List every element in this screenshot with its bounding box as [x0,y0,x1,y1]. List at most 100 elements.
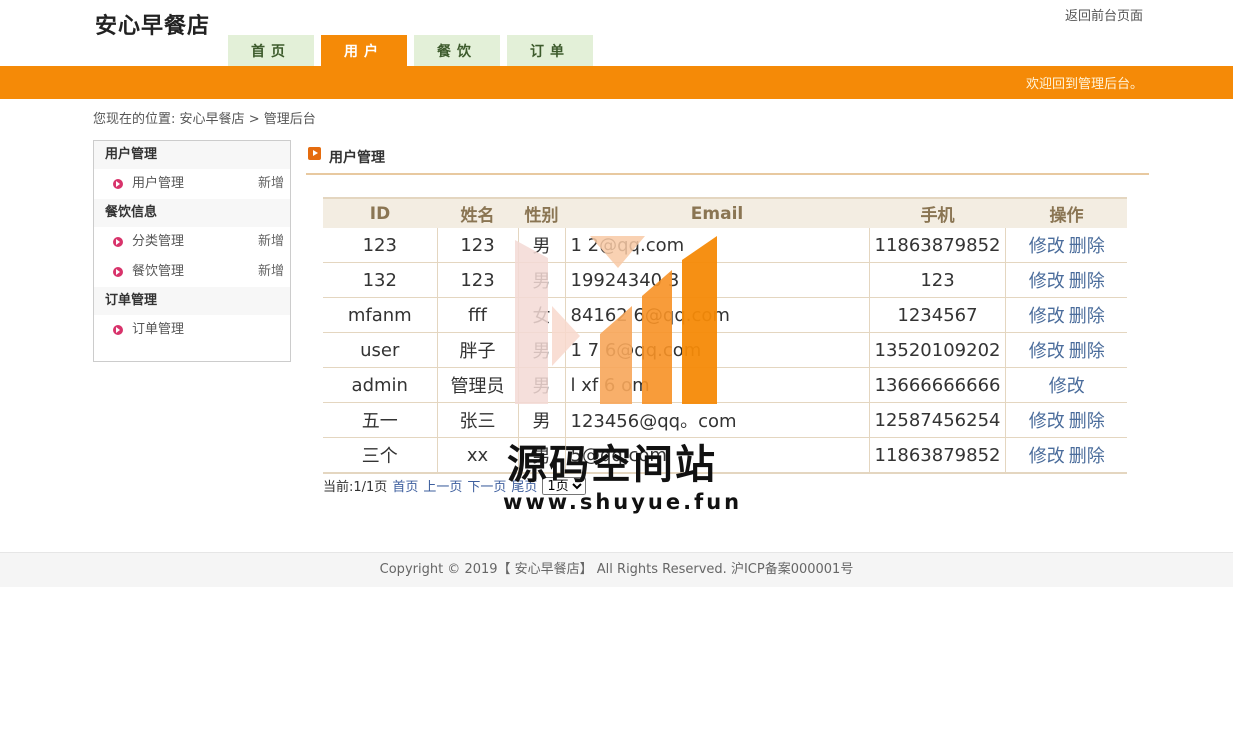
pager-next-link[interactable]: 下一页 [467,476,506,495]
sidebar-item-label[interactable]: 用户管理 [132,176,184,191]
sidebar-item-food-manage: 餐饮管理 新增 [94,257,290,287]
cell-name: 胖子 [437,332,519,368]
delete-link[interactable]: 删除 [1069,271,1105,292]
cell-actions: 修改 删除 [1005,228,1127,263]
arrow-bullet-icon [113,267,123,277]
table-header-row: ID 姓名 性别 Email 手机 操作 [323,197,1127,228]
delete-link[interactable]: 删除 [1069,446,1105,467]
delete-link[interactable]: 删除 [1069,411,1105,432]
page-title: 用户管理 [329,150,385,166]
cell-phone: 123 [869,262,1007,298]
cell-sex: 男 [518,437,566,474]
cell-name: 123 [437,262,519,298]
col-phone: 手机 [869,197,1006,228]
col-email: Email [565,197,869,228]
content-heading: 用户管理 [306,143,1149,175]
cell-phone: 13666666666 [869,367,1007,403]
col-name: 姓名 [437,197,518,228]
col-id: ID [323,197,437,228]
cell-email: 123456@qq。com [565,402,870,438]
cell-email: l xf 6 om [565,367,870,403]
pager-last-link[interactable]: 尾页 [511,476,537,495]
sidebar-group-food: 餐饮信息 [94,199,290,227]
breadcrumb-current: 管理后台 [263,112,316,127]
cell-id: user [323,332,438,368]
table-row: 三个 xx 男 5@qq.com 11863879852 修改 删除 [323,437,1127,474]
edit-link[interactable]: 修改 [1029,271,1065,292]
breadcrumb-prefix: 您现在的位置: [93,112,176,127]
breadcrumb-separator: > [248,112,260,127]
nav-tab-orders[interactable]: 订单 [507,35,593,66]
play-arrow-icon [308,147,321,160]
pager-prev-link[interactable]: 上一页 [423,476,462,495]
sidebar-add-user-link[interactable]: 新增 [258,169,284,199]
cell-actions: 修改 删除 [1005,297,1127,333]
page-select[interactable]: 1页 [542,476,587,495]
footer-copyright: Copyright © 2019【 安心早餐店】 All Rights Rese… [379,562,854,577]
cell-phone: 11863879852 [869,437,1007,474]
arrow-bullet-icon [113,325,123,335]
table-row: user 胖子 男 1 7 6@qq.com 13520109202 修改 删除 [323,332,1127,368]
cell-sex: 男 [518,367,566,403]
sidebar-item-label[interactable]: 分类管理 [132,234,184,249]
cell-actions: 修改 [1005,367,1127,403]
arrow-bullet-icon [113,179,123,189]
nav-tab-home[interactable]: 首页 [228,35,314,66]
header: 安心早餐店 返回前台页面 首页 用户 餐饮 订单 [0,0,1233,66]
arrow-bullet-icon [113,237,123,247]
cell-id: 三个 [323,437,438,474]
breadcrumb: 您现在的位置: 安心早餐店 > 管理后台 [93,108,316,127]
pager-first-link[interactable]: 首页 [392,476,418,495]
sidebar-add-food-link[interactable]: 新增 [258,257,284,287]
cell-id: 123 [323,228,438,263]
sidebar-item-label[interactable]: 订单管理 [132,322,184,337]
cell-email: 5@qq.com [565,437,870,474]
edit-link[interactable]: 修改 [1049,376,1085,397]
welcome-bar: 欢迎回到管理后台。 [0,66,1233,99]
pager-info: 当前:1/1页 [323,480,388,495]
cell-sex: 女 [518,297,566,333]
cell-sex: 男 [518,262,566,298]
cell-phone: 1234567 [869,297,1007,333]
cell-email: 84162 6@qq.com [565,297,870,333]
sidebar-add-category-link[interactable]: 新增 [258,227,284,257]
sidebar-group-orders: 订单管理 [94,287,290,315]
table-row: 132 123 男 19924340 3 123 修改 删除 [323,262,1127,298]
edit-link[interactable]: 修改 [1029,236,1065,257]
cell-actions: 修改 删除 [1005,402,1127,438]
nav-tab-users[interactable]: 用户 [321,35,407,66]
cell-email: 1 7 6@qq.com [565,332,870,368]
footer: Copyright © 2019【 安心早餐店】 All Rights Rese… [0,552,1233,587]
cell-name: 张三 [437,402,519,438]
breadcrumb-home-link[interactable]: 安心早餐店 [180,112,245,127]
cell-name: 123 [437,228,519,263]
cell-id: 132 [323,262,438,298]
delete-link[interactable]: 删除 [1069,306,1105,327]
cell-id: mfanm [323,297,438,333]
cell-phone: 12587456254 [869,402,1007,438]
cell-phone: 11863879852 [869,228,1007,263]
edit-link[interactable]: 修改 [1029,411,1065,432]
col-actions: 操作 [1005,197,1127,228]
cell-actions: 修改 删除 [1005,262,1127,298]
delete-link[interactable]: 删除 [1069,341,1105,362]
edit-link[interactable]: 修改 [1029,446,1065,467]
cell-name: fff [437,297,519,333]
back-to-front-link[interactable]: 返回前台页面 [1065,5,1143,24]
cell-email: 1 2@qq.com [565,228,870,263]
sidebar-item-label[interactable]: 餐饮管理 [132,264,184,279]
edit-link[interactable]: 修改 [1029,306,1065,327]
table-row: mfanm fff 女 84162 6@qq.com 1234567 修改 删除 [323,297,1127,333]
cell-id: 五一 [323,402,438,438]
cell-actions: 修改 删除 [1005,332,1127,368]
delete-link[interactable]: 删除 [1069,236,1105,257]
nav-tab-food[interactable]: 餐饮 [414,35,500,66]
col-sex: 性别 [518,197,565,228]
pagination: 当前:1/1页 首页 上一页 下一页 尾页 1页 [323,476,587,495]
table-row: admin 管理员 男 l xf 6 om 13666666666 修改 [323,367,1127,403]
site-logo[interactable]: 安心早餐店 [95,8,210,40]
cell-sex: 男 [518,228,566,263]
cell-name: 管理员 [437,367,519,403]
cell-email: 19924340 3 [565,262,870,298]
edit-link[interactable]: 修改 [1029,341,1065,362]
